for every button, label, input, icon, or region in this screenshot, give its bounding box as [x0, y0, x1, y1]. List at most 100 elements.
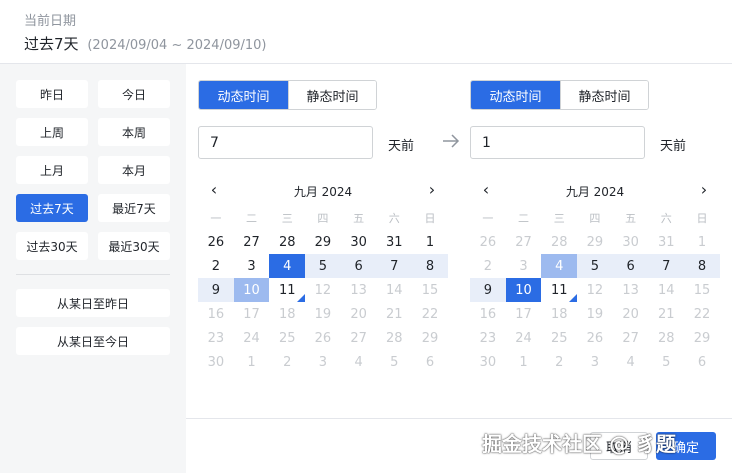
calendar-nav: ‹ 九月 2024 ›	[198, 180, 448, 202]
calendar-day[interactable]: 9	[470, 278, 506, 302]
calendar-day[interactable]: 5	[577, 254, 613, 278]
shortcut-this-week[interactable]: 本周	[98, 118, 170, 146]
calendar-day: 2	[283, 354, 292, 370]
calendar-day[interactable]: 2	[198, 254, 234, 278]
calendar-month-title: 九月 2024	[565, 185, 625, 199]
calendar-day: 17	[515, 306, 532, 322]
weekday-label: 六	[388, 212, 400, 225]
calendar-day[interactable]: 4	[269, 254, 306, 278]
calendar-day: 2	[483, 258, 492, 274]
start-unit-label: 天前	[388, 139, 415, 154]
calendar-day[interactable]: 4	[541, 254, 578, 278]
calendar-day: 24	[243, 330, 260, 346]
weekday-label: 五	[353, 212, 365, 225]
calendar-day: 17	[243, 306, 260, 322]
current-date-range: (2024/09/04 ~ 2024/09/10)	[87, 38, 267, 53]
shortcut-this-month[interactable]: 本月	[98, 156, 170, 184]
calendar-day: 3	[519, 258, 528, 274]
calendar-day[interactable]: 27	[234, 230, 270, 254]
calendar-day: 25	[550, 330, 568, 346]
next-month-chevron-icon[interactable]: ›	[424, 180, 440, 199]
weekday-label: 六	[660, 212, 672, 225]
calendar-day: 30	[207, 354, 225, 370]
calendar-day[interactable]: 7	[648, 254, 685, 278]
shortcut-since-date-to-yesterday[interactable]: 从某日至昨日	[16, 289, 170, 317]
calendar-day[interactable]: 11	[269, 278, 305, 302]
calendar-day: 6	[425, 354, 435, 370]
calendar-day: 27	[515, 234, 532, 250]
day-grid: 26 27 28 29 30 31 1 2 3 4 5 6 7 8 9 10 11 12 13 14 15 16 17 18 1…	[198, 230, 448, 374]
shortcut-yesterday[interactable]: 昨日	[16, 80, 88, 108]
calendar-day[interactable]: 29	[305, 230, 341, 254]
calendar-day[interactable]: 3	[234, 254, 270, 278]
weekday-label: 日	[424, 212, 436, 225]
calendar-day: 4	[354, 354, 363, 370]
calendar-day: 2	[555, 354, 564, 370]
weekday-label: 三	[553, 212, 565, 225]
calendar-day: 29	[693, 330, 711, 346]
calendar-day: 16	[207, 306, 225, 322]
end-unit-label: 天前	[660, 139, 687, 154]
next-month-chevron-icon[interactable]: ›	[696, 180, 712, 199]
calendar-day[interactable]: 10	[505, 278, 542, 302]
calendar-day[interactable]: 6	[340, 254, 377, 278]
weekday-label: 一	[210, 212, 222, 225]
arrow-right-icon	[443, 134, 460, 148]
start-mode-dynamic[interactable]: 动态时间	[199, 81, 288, 109]
calendar-day[interactable]: 5	[305, 254, 341, 278]
calendar-day: 26	[314, 330, 332, 346]
weekday-label: 日	[696, 212, 708, 225]
weekday-label: 一	[482, 212, 494, 225]
calendar-day: 3	[318, 354, 328, 370]
shortcut-last-week[interactable]: 上周	[16, 118, 88, 146]
calendar-day[interactable]: 26	[198, 230, 234, 254]
calendar-day[interactable]: 10	[233, 278, 270, 302]
end-mode-toggle: 动态时间 静态时间	[470, 80, 649, 110]
calendar-day: 13	[350, 282, 367, 298]
calendar-day: 12	[314, 282, 332, 298]
calendar-day: 1	[697, 234, 707, 250]
calendar-day[interactable]: 31	[376, 230, 412, 254]
calendar-day: 22	[421, 306, 439, 322]
calendar-day: 24	[515, 330, 532, 346]
calendar-day: 27	[622, 330, 639, 346]
calendar-day: 15	[421, 282, 439, 298]
end-mode-dynamic[interactable]: 动态时间	[471, 81, 560, 109]
calendar-day: 28	[386, 330, 403, 346]
calendar-day[interactable]: 8	[412, 254, 448, 278]
start-mode-static[interactable]: 静态时间	[288, 81, 376, 109]
calendar-day: 3	[590, 354, 600, 370]
shortcut-recent-30-days[interactable]: 最近30天	[98, 232, 170, 260]
current-date-value: 过去7天 (2024/09/04 ~ 2024/09/10)	[24, 33, 266, 54]
calendar-day[interactable]: 9	[198, 278, 234, 302]
shortcut-last-month[interactable]: 上月	[16, 156, 88, 184]
calendar-day[interactable]: 1	[412, 230, 448, 254]
end-mode-static[interactable]: 静态时间	[560, 81, 648, 109]
calendar-day[interactable]: 30	[341, 230, 377, 254]
calendar-day: 1	[519, 354, 528, 370]
calendar-day: 20	[622, 306, 639, 322]
calendar-day[interactable]: 7	[376, 254, 413, 278]
calendar-day: 1	[247, 354, 256, 370]
calendar-day[interactable]: 28	[269, 230, 305, 254]
shortcut-sidebar: 昨日 今日 上周 本周 上月 本月 过去7天 最近7天 过去30天 最近30天 …	[0, 64, 186, 473]
current-date-label: 当前日期	[24, 14, 77, 29]
shortcut-recent-7-days[interactable]: 最近7天	[98, 194, 170, 222]
calendar-day[interactable]: 6	[612, 254, 649, 278]
calendar-day[interactable]: 11	[541, 278, 577, 302]
calendar-day: 28	[550, 234, 568, 250]
shortcut-past-7-days[interactable]: 过去7天	[16, 194, 88, 222]
shortcut-past-30-days[interactable]: 过去30天	[16, 232, 88, 260]
start-days-input[interactable]	[198, 126, 373, 159]
calendar-month-title: 九月 2024	[293, 185, 353, 199]
calendar-day: 20	[350, 306, 367, 322]
calendar-day: 29	[421, 330, 439, 346]
shortcut-today[interactable]: 今日	[98, 80, 170, 108]
calendar-day: 30	[479, 354, 497, 370]
calendar-day: 19	[314, 306, 332, 322]
calendar-day: 5	[662, 354, 671, 370]
calendar-day[interactable]: 8	[684, 254, 720, 278]
calendar-day: 26	[586, 330, 604, 346]
shortcut-since-date-to-today[interactable]: 从某日至今日	[16, 327, 170, 355]
end-days-input[interactable]	[470, 126, 645, 159]
